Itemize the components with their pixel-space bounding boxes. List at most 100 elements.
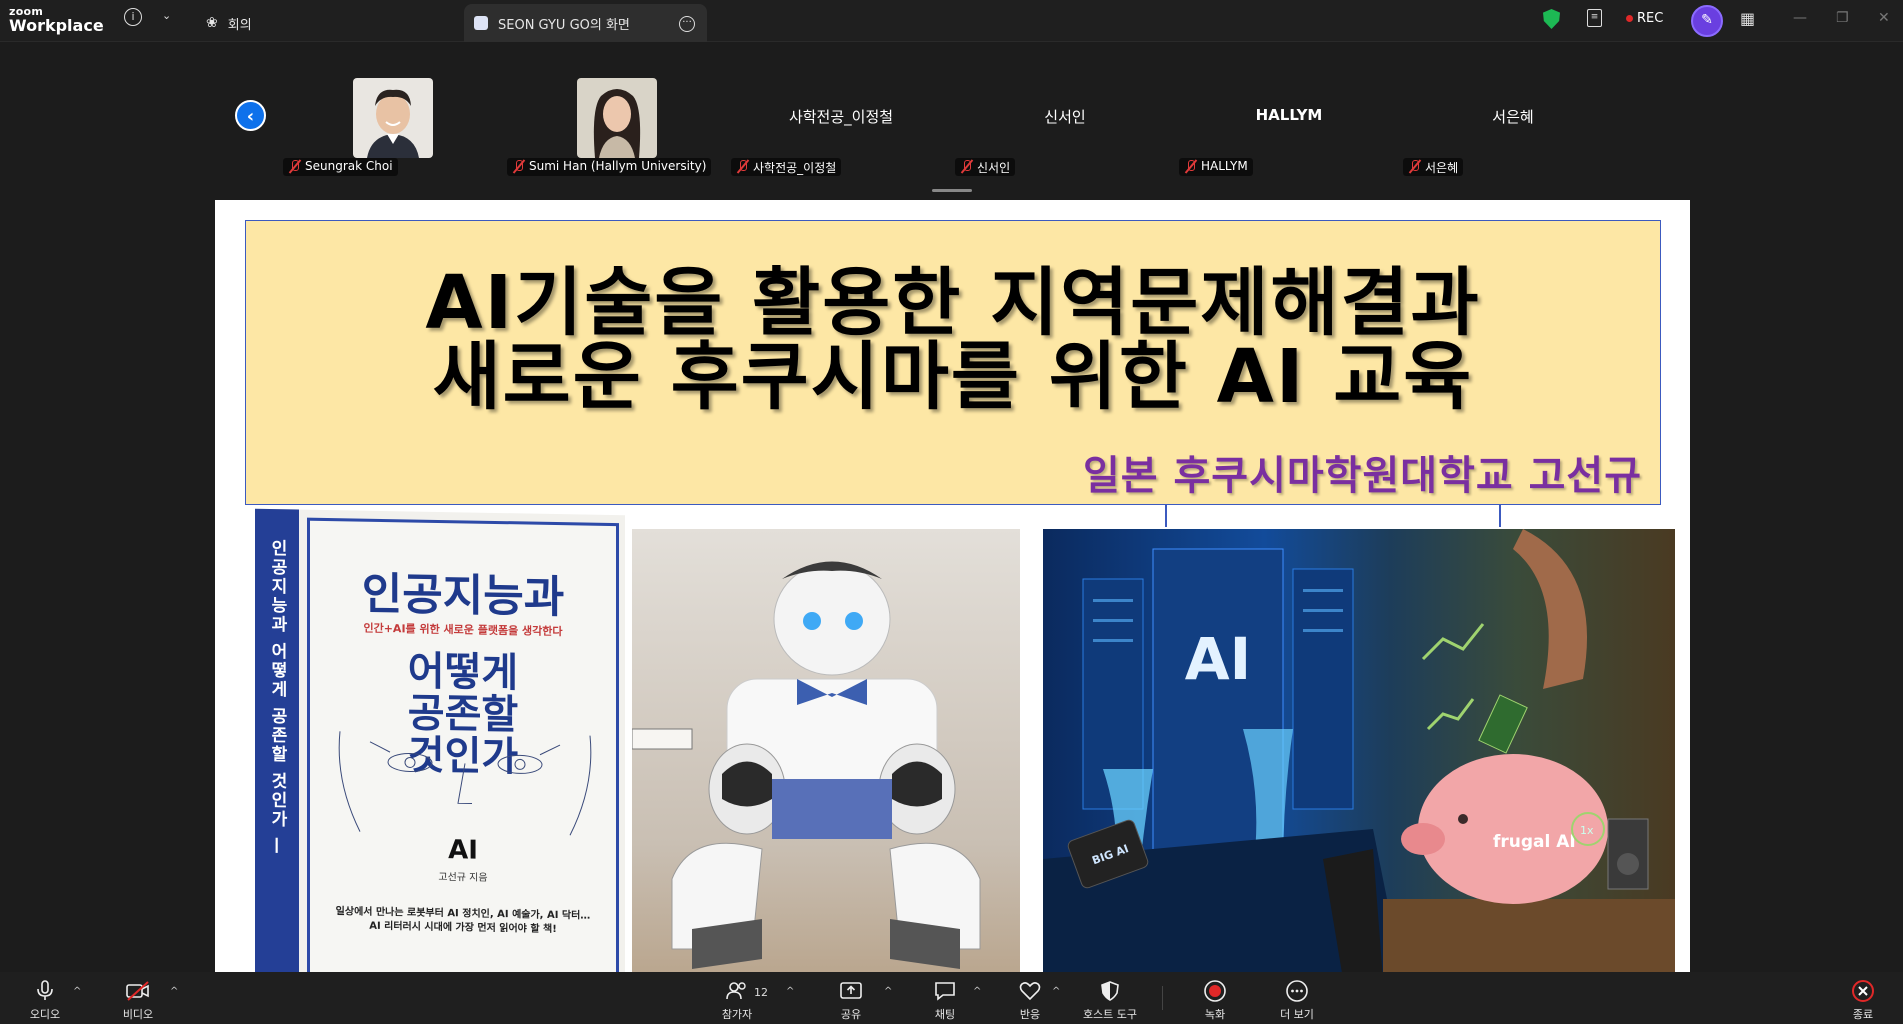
participants-label: 참가자: [721, 1008, 753, 1021]
participant-photo: [353, 78, 433, 158]
book-author: 고선규 지음: [438, 871, 488, 884]
muted-mic-icon: [288, 159, 301, 174]
share-options-caret-icon[interactable]: ^: [884, 986, 892, 997]
video-button[interactable]: 비디오: [103, 978, 173, 1022]
annotate-pencil-icon[interactable]: ✎: [1691, 5, 1723, 37]
audio-button[interactable]: 오디오: [10, 978, 80, 1022]
participant-label: 서은혜: [1403, 158, 1464, 176]
participant-label: 신서인: [955, 158, 1016, 176]
record-button[interactable]: 녹화: [1180, 978, 1250, 1022]
participant-tile[interactable]: 서은혜 서은혜: [1403, 42, 1623, 182]
participant-tile[interactable]: HALLYM HALLYM: [1179, 42, 1399, 182]
connector-line: [1165, 505, 1167, 527]
muted-mic-icon: [1408, 159, 1421, 174]
book-cover-image: 인공지능과 어떻게 공존할 것인가 — 인공지능과 인간+AI를 위한 새로운 …: [255, 508, 625, 972]
restore-icon[interactable]: ❐: [1836, 10, 1849, 26]
record-icon: [1180, 978, 1250, 1004]
tab-shared-screen[interactable]: SEON GYU GO의 화면 ···: [464, 4, 707, 42]
gallery-prev-button[interactable]: ‹: [235, 100, 266, 131]
book-spine-text: 인공지능과 어떻게 공존할 것인가 —: [267, 538, 287, 857]
reactions-options-caret-icon[interactable]: ^: [1052, 986, 1060, 997]
participant-label: 사학전공_이정철: [731, 158, 842, 176]
gallery-scroll-indicator[interactable]: [932, 189, 972, 192]
toolbar-divider: [1162, 986, 1163, 1010]
speed-badge: 1x: [1580, 824, 1594, 837]
participant-photo: [577, 78, 657, 158]
video-options-caret-icon[interactable]: ^: [170, 986, 178, 997]
participant-label: HALLYM: [1179, 158, 1253, 176]
participant-name: Sumi Han (Hallym University): [529, 159, 707, 173]
participants-options-caret-icon[interactable]: ^: [786, 986, 794, 997]
participant-name: Seungrak Choi: [305, 159, 393, 173]
book-publisher-logo: AI: [448, 835, 478, 866]
book-spine: 인공지능과 어떻게 공존할 것인가 —: [255, 508, 299, 972]
participant-name: HALLYM: [1201, 159, 1248, 173]
reactions-button[interactable]: 반응: [995, 978, 1065, 1022]
ai-label: AI: [1185, 625, 1251, 693]
encryption-shield-icon[interactable]: [1543, 9, 1560, 29]
participant-tile[interactable]: 신서인 신서인: [955, 42, 1175, 182]
screen-share-icon: [474, 16, 488, 30]
tab-meeting[interactable]: ❀ 회의: [206, 4, 456, 42]
tab-meeting-label: 회의: [227, 17, 252, 33]
participant-tile[interactable]: 사학전공_이정철 사학전공_이정철: [731, 42, 951, 182]
participant-tile[interactable]: Sumi Han (Hallym University): [507, 42, 727, 182]
participant-display-name: 사학전공_이정철: [788, 108, 894, 126]
book-face-illustration: [338, 731, 592, 836]
rec-label: REC: [1637, 11, 1664, 26]
book-front: 인공지능과 인간+AI를 위한 새로운 플랫폼을 생각한다 어떻게 공존할 것인…: [307, 517, 619, 972]
muted-mic-icon: [1184, 159, 1197, 174]
share-button[interactable]: 공유: [816, 978, 886, 1022]
tab-shared-screen-label: SEON GYU GO의 화면: [498, 17, 630, 33]
recording-dot-icon: [1626, 15, 1633, 22]
title-bar: zoom Workplace i ⌄ ❀ 회의 SEON GYU GO의 화면 …: [0, 0, 1903, 42]
recording-indicator[interactable]: REC: [1626, 11, 1663, 26]
slide-title-box: AI기술을 활용한 지역문제해결과 새로운 후쿠시마를 위한 AI 교육 일본 …: [245, 220, 1661, 505]
robot-photo: [632, 529, 1020, 972]
more-dots-icon: [1262, 978, 1332, 1004]
more-options-icon[interactable]: ···: [679, 16, 695, 32]
chat-options-caret-icon[interactable]: ^: [973, 986, 981, 997]
connector-line: [1499, 505, 1501, 527]
zoom-workplace-logo: zoom Workplace: [9, 6, 104, 34]
zoom-window: zoom Workplace i ⌄ ❀ 회의 SEON GYU GO의 화면 …: [0, 0, 1903, 1024]
share-screen-icon: [816, 978, 886, 1004]
video-label: 비디오: [122, 1008, 154, 1021]
end-close-icon: [1828, 978, 1898, 1004]
shared-screen-slide: AI기술을 활용한 지역문제해결과 새로운 후쿠시마를 위한 AI 교육 일본 …: [215, 200, 1690, 972]
audio-label: 오디오: [29, 1008, 61, 1021]
notes-icon[interactable]: ≡: [1587, 9, 1602, 27]
minimize-icon[interactable]: —: [1793, 10, 1807, 26]
video-off-icon: [103, 978, 173, 1004]
participant-display-name: 서은혜: [1492, 108, 1534, 126]
chat-button[interactable]: 채팅: [910, 978, 980, 1022]
host-tools-label: 호스트 도구: [1082, 1008, 1138, 1021]
host-tools-button[interactable]: 호스트 도구: [1074, 978, 1146, 1022]
apps-grid-icon[interactable]: ▦: [1740, 9, 1755, 28]
muted-mic-icon: [960, 159, 973, 174]
audio-options-caret-icon[interactable]: ^: [73, 986, 81, 997]
book-title-top: 인공지능과: [361, 568, 565, 624]
participant-gallery: ‹ Seungrak Choi Sumi Han (Hallym Univers…: [0, 42, 1903, 197]
people-icon: ❀: [206, 15, 218, 31]
muted-mic-icon: [512, 159, 525, 174]
participant-name: 사학전공_이정철: [753, 161, 837, 175]
slide-title-line-2: 새로운 후쿠시마를 위한 AI 교육: [432, 334, 1474, 420]
end-meeting-button[interactable]: 종료: [1828, 978, 1898, 1022]
end-label: 종료: [1852, 1008, 1874, 1021]
muted-mic-icon: [736, 159, 749, 174]
close-window-icon[interactable]: ✕: [1878, 10, 1890, 26]
more-button[interactable]: 더 보기: [1262, 978, 1332, 1022]
frugal-ai-label: frugal AI: [1493, 832, 1576, 852]
participant-count: 12: [754, 986, 768, 999]
participant-tile[interactable]: Seungrak Choi: [283, 42, 503, 182]
share-label: 공유: [840, 1008, 862, 1021]
reactions-label: 반응: [1019, 1008, 1041, 1021]
chat-bubble-icon: [910, 978, 980, 1004]
participant-name: 신서인: [977, 161, 1011, 175]
participant-display-name: HALLYM: [1255, 106, 1323, 124]
host-shield-icon: [1074, 978, 1146, 1004]
participants-button[interactable]: 참가자: [702, 978, 772, 1022]
info-icon[interactable]: i: [124, 8, 142, 26]
chevron-down-icon[interactable]: ⌄: [162, 9, 171, 22]
